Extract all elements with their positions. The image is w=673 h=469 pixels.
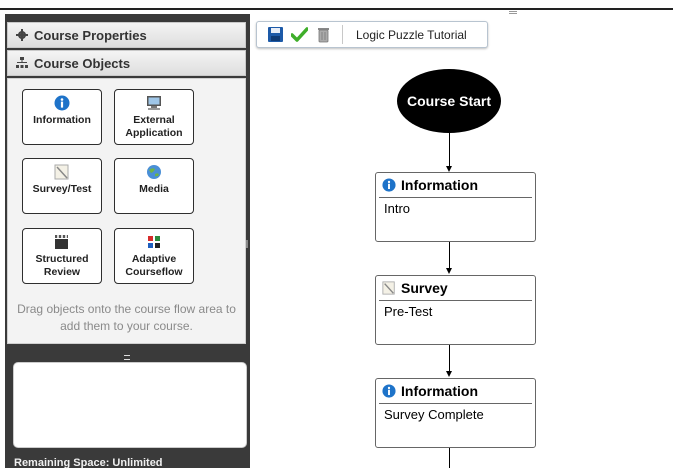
gear-icon bbox=[16, 29, 28, 41]
flow-connector bbox=[449, 242, 450, 269]
course-objects-label: Course Objects bbox=[34, 55, 131, 71]
notes-box[interactable] bbox=[13, 362, 247, 448]
course-start-node[interactable]: Course Start bbox=[397, 69, 501, 133]
info-icon bbox=[382, 178, 396, 192]
flow-connector bbox=[449, 448, 450, 468]
node-header: Survey bbox=[379, 276, 532, 301]
top-rule bbox=[0, 8, 673, 10]
object-tile-media[interactable]: Media bbox=[114, 158, 194, 214]
info-icon bbox=[382, 384, 396, 398]
node-name: Intro bbox=[384, 201, 411, 216]
object-label: Structured bbox=[35, 253, 89, 265]
node-type-label: Survey bbox=[401, 280, 448, 296]
object-label-line2: Application bbox=[125, 127, 183, 139]
node-header: Information bbox=[379, 379, 532, 404]
top-resize-grip[interactable] bbox=[509, 11, 517, 14]
object-label-line2: Review bbox=[43, 266, 81, 278]
hierarchy-icon bbox=[16, 57, 28, 68]
trash-icon[interactable] bbox=[315, 26, 332, 43]
panel-resize-grip[interactable] bbox=[124, 355, 130, 360]
object-tile-structured-review[interactable]: Structured Review bbox=[22, 228, 102, 284]
course-properties-label: Course Properties bbox=[34, 27, 147, 43]
flow-node-information[interactable]: Information Survey Complete bbox=[375, 378, 536, 448]
object-label: Adaptive bbox=[131, 253, 177, 265]
node-type-label: Information bbox=[401, 177, 478, 193]
grid-icon bbox=[148, 236, 160, 248]
object-tile-adaptive-courseflow[interactable]: Adaptive Courseflow bbox=[114, 228, 194, 284]
object-tile-survey-test[interactable]: Survey/Test bbox=[22, 158, 102, 214]
flow-arrow bbox=[446, 371, 452, 377]
node-type-label: Information bbox=[401, 383, 478, 399]
info-icon bbox=[54, 95, 70, 111]
course-objects-header[interactable]: Course Objects bbox=[7, 50, 246, 76]
object-tile-external-application[interactable]: External Application bbox=[114, 89, 194, 145]
drag-hint-text: Drag objects onto the course flow area t… bbox=[17, 302, 236, 333]
object-label: External bbox=[133, 114, 175, 126]
clapperboard-icon bbox=[55, 235, 68, 249]
node-name: Pre-Test bbox=[384, 304, 433, 319]
remaining-space-label: Remaining Space: Unlimited bbox=[14, 457, 163, 469]
flow-node-survey[interactable]: Survey Pre-Test bbox=[375, 275, 536, 345]
globe-icon bbox=[147, 165, 161, 179]
flow-arrow bbox=[446, 268, 452, 274]
splitter-handle[interactable] bbox=[246, 240, 248, 248]
object-label-line2: Courseflow bbox=[125, 266, 183, 278]
course-title[interactable]: Logic Puzzle Tutorial bbox=[356, 28, 467, 42]
computer-icon bbox=[147, 96, 161, 110]
node-name: Survey Complete bbox=[384, 407, 484, 422]
node-header: Information bbox=[379, 173, 532, 198]
check-icon[interactable] bbox=[291, 26, 308, 43]
flow-node-information[interactable]: Information Intro bbox=[375, 172, 536, 242]
course-objects-palette: Information External Application Survey/… bbox=[7, 78, 246, 344]
course-start-label: Course Start bbox=[406, 93, 492, 109]
object-label: Media bbox=[139, 183, 169, 195]
survey-icon bbox=[54, 164, 69, 180]
object-label: Survey/Test bbox=[32, 183, 92, 195]
object-tile-information[interactable]: Information bbox=[22, 89, 102, 145]
save-icon[interactable] bbox=[267, 26, 284, 43]
toolbar-separator bbox=[342, 25, 343, 44]
survey-icon bbox=[382, 281, 395, 295]
course-toolbar: Logic Puzzle Tutorial bbox=[256, 21, 488, 48]
object-label: Information bbox=[33, 114, 91, 126]
flow-connector bbox=[449, 133, 450, 167]
course-properties-header[interactable]: Course Properties bbox=[7, 22, 246, 48]
flow-connector bbox=[449, 345, 450, 372]
